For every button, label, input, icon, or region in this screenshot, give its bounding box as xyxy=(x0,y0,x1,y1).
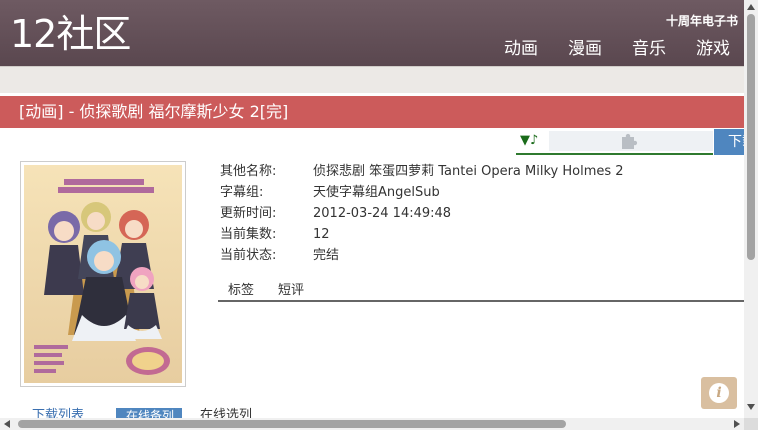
info-button[interactable]: i xyxy=(701,377,737,409)
info-icon: i xyxy=(709,383,729,403)
info-label: 字幕组: xyxy=(220,185,264,200)
tab-bar: 标签 短评 xyxy=(218,280,744,302)
info-label: 当前集数: xyxy=(220,227,277,242)
puzzle-icon xyxy=(622,133,638,149)
title-bar: [动画] - 侦探歌剧 福尔摩斯少女 2[完] xyxy=(0,96,744,128)
horizontal-scroll-thumb[interactable] xyxy=(18,420,566,428)
info-value: 12 xyxy=(313,227,330,242)
cover-image xyxy=(20,161,186,387)
cover-art xyxy=(24,165,182,383)
nav-item-music[interactable]: 音乐 xyxy=(632,38,666,60)
info-value: 侦探悲剧 笨蛋四萝莉 Tantei Opera Milky Holmes 2 xyxy=(313,164,624,179)
scroll-up-arrow-icon[interactable] xyxy=(747,4,755,10)
nav-item-games[interactable]: 游戏 xyxy=(696,38,730,60)
info-value: 天使字幕组AngelSub xyxy=(313,185,440,200)
site-logo[interactable]: 12社区 xyxy=(10,14,131,54)
vertical-scroll-thumb[interactable] xyxy=(747,14,755,260)
nav-item-manga[interactable]: 漫画 xyxy=(568,38,602,60)
nav-item-anime[interactable]: 动画 xyxy=(504,38,538,60)
scroll-left-arrow-icon[interactable] xyxy=(4,420,10,428)
tab-reviews[interactable]: 短评 xyxy=(278,282,304,300)
music-icon[interactable]: ▼♪ xyxy=(520,133,538,149)
scrollbar-corner xyxy=(744,418,758,430)
download-list-header: 下载列表 在线备列 在线选列 xyxy=(0,406,744,418)
site-header: 12社区 十周年电子书 动画 漫画 音乐 游戏 xyxy=(0,0,744,66)
player-plugin-bar: ▼♪ xyxy=(516,130,713,155)
promo-link[interactable]: 十周年电子书 xyxy=(666,14,738,28)
sub-header-band xyxy=(0,66,744,93)
scroll-down-arrow-icon[interactable] xyxy=(747,404,755,410)
info-label: 其他名称: xyxy=(220,164,277,179)
active-list-tab[interactable]: 在线备列 xyxy=(116,408,182,418)
vertical-scrollbar[interactable] xyxy=(744,0,758,418)
page-title: [动画] - 侦探歌剧 福尔摩斯少女 2[完] xyxy=(19,102,289,121)
info-label: 更新时间: xyxy=(220,206,277,221)
info-value: 完结 xyxy=(313,248,340,263)
plugin-placeholder[interactable] xyxy=(549,131,713,151)
main-nav: 动画 漫画 音乐 游戏 xyxy=(490,38,744,60)
info-value: 2012-03-24 14:49:48 xyxy=(313,206,452,221)
list-tab[interactable]: 在线选列 xyxy=(200,408,252,418)
scroll-right-arrow-icon[interactable] xyxy=(734,420,740,428)
download-list-link[interactable]: 下载列表 xyxy=(32,408,84,418)
tab-tags[interactable]: 标签 xyxy=(228,282,254,300)
download-button[interactable]: 下载 xyxy=(714,129,744,155)
info-label: 当前状态: xyxy=(220,248,277,263)
horizontal-scrollbar[interactable] xyxy=(0,418,744,430)
